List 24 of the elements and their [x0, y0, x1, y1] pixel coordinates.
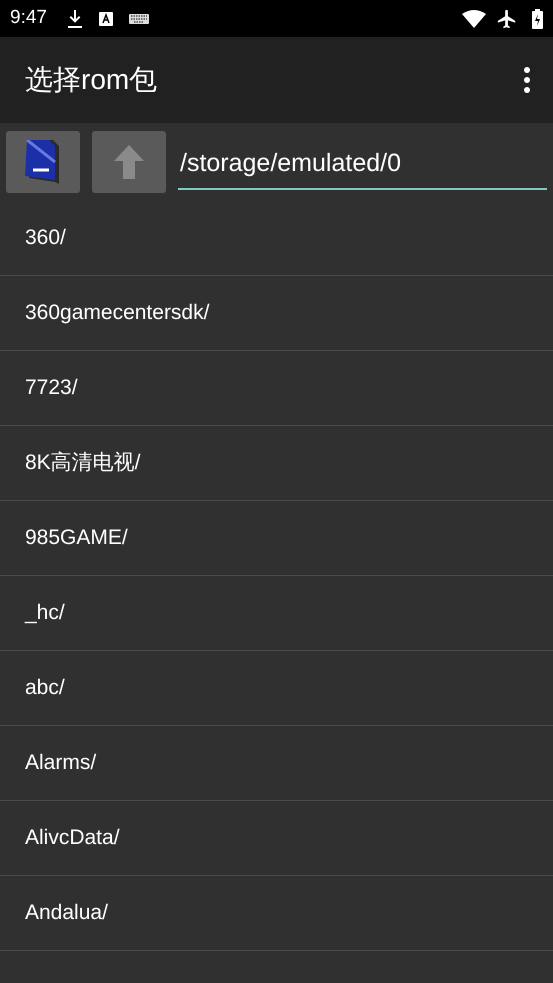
folder-item[interactable]: 8K高清电视/ — [0, 426, 553, 501]
folder-item[interactable]: Andalua/ — [0, 876, 553, 951]
app-title: 选择rom包 — [25, 63, 158, 97]
airplane-icon — [496, 8, 518, 30]
folder-item[interactable]: Alarms/ — [0, 726, 553, 801]
keyboard-icon — [128, 14, 149, 24]
wifi-icon — [462, 10, 486, 28]
up-arrow-icon — [114, 145, 144, 179]
folder-item[interactable]: 985GAME/ — [0, 501, 553, 576]
download-icon — [66, 10, 83, 28]
folder-item[interactable]: 360/ — [0, 201, 553, 276]
text-icon — [98, 12, 113, 26]
sd-card-icon — [25, 140, 61, 184]
battery-icon — [532, 8, 543, 28]
path-field[interactable]: /storage/emulated/0 — [178, 140, 547, 190]
folder-item[interactable]: abc/ — [0, 651, 553, 726]
status-time: 9:47 — [10, 6, 47, 30]
sd-card-button[interactable] — [6, 131, 80, 193]
folder-item[interactable]: _hc/ — [0, 576, 553, 651]
more-options-button[interactable] — [521, 66, 533, 94]
folder-item[interactable]: 7723/ — [0, 351, 553, 426]
folder-item[interactable]: 360gamecentersdk/ — [0, 276, 553, 351]
more-icon — [524, 67, 530, 93]
folder-item[interactable]: AlivcData/ — [0, 801, 553, 876]
